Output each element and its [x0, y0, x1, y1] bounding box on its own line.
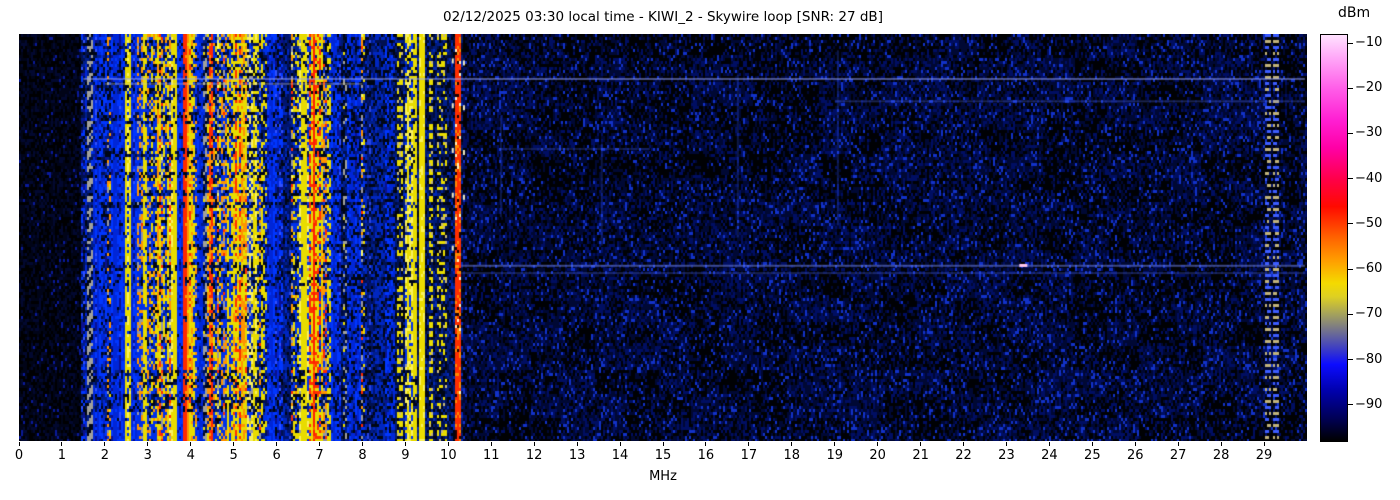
colorbar-tick: [1348, 42, 1353, 44]
x-axis-tick-label: 21: [912, 448, 929, 463]
x-axis-tick: [662, 442, 664, 446]
x-axis-tick-label: 19: [826, 448, 843, 463]
colorbar-tick-label: −90: [1355, 396, 1383, 412]
colorbar-tick: [1348, 132, 1353, 134]
colorbar-tick: [1348, 313, 1353, 315]
x-axis-tick-label: 10: [440, 448, 457, 463]
colorbar-tick-label: −20: [1355, 80, 1383, 96]
colorbar-tick: [1348, 178, 1353, 180]
x-axis-tick-label: 13: [568, 448, 586, 463]
colorbar-tick-label: −60: [1355, 261, 1383, 277]
x-axis-tick: [920, 442, 922, 446]
x-axis-tick-label: 7: [315, 448, 324, 463]
x-axis-tick-label: 24: [1041, 448, 1058, 463]
x-axis-tick: [233, 442, 235, 446]
x-axis-tick-label: 20: [869, 448, 886, 463]
x-axis-tick-label: 18: [783, 448, 801, 463]
x-axis-tick-label: 17: [740, 448, 758, 463]
x-axis-tick-label: 28: [1212, 448, 1230, 463]
x-axis-tick: [447, 442, 449, 446]
spectrogram-canvas: [19, 34, 1307, 441]
spectrogram-figure: 02/12/2025 03:30 local time - KIWI_2 - S…: [0, 0, 1400, 500]
colorbar-gradient: [1320, 34, 1348, 442]
colorbar-tick: [1348, 223, 1353, 225]
x-axis-tick: [147, 442, 149, 446]
x-axis-tick: [104, 442, 106, 446]
x-axis-tick: [1091, 442, 1093, 446]
x-axis-tick: [1220, 442, 1222, 446]
chart-title: 02/12/2025 03:30 local time - KIWI_2 - S…: [443, 9, 883, 25]
x-axis-tick-label: 25: [1084, 448, 1101, 463]
x-axis-tick-label: 6: [272, 448, 281, 463]
colorbar-tick-label: −10: [1355, 35, 1383, 51]
x-axis-tick-label: 3: [143, 448, 152, 463]
x-axis-tick-label: 29: [1255, 448, 1273, 463]
x-axis-tick: [748, 442, 750, 446]
x-axis-tick-label: 1: [57, 448, 67, 463]
colorbar-tick: [1348, 359, 1353, 361]
x-axis-tick: [1134, 442, 1136, 446]
x-axis-tick: [1263, 442, 1265, 446]
x-axis-tick: [1048, 442, 1050, 446]
x-axis-tick: [319, 442, 321, 446]
x-axis-tick: [533, 442, 535, 446]
x-axis-tick-label: 8: [358, 448, 367, 463]
x-axis-tick: [791, 442, 793, 446]
x-axis-tick: [61, 442, 63, 446]
x-axis-tick-label: 12: [525, 448, 543, 463]
x-axis-tick-label: 23: [998, 448, 1015, 463]
colorbar-tick-label: −40: [1355, 170, 1383, 186]
x-axis-tick: [404, 442, 406, 446]
x-axis-tick: [190, 442, 192, 446]
x-axis-tick-label: 2: [100, 448, 109, 463]
x-axis-tick: [490, 442, 492, 446]
x-axis-tick-label: 11: [482, 448, 500, 463]
x-axis-tick: [18, 442, 20, 446]
x-axis-tick: [877, 442, 879, 446]
x-axis-tick-label: 26: [1126, 448, 1144, 463]
x-axis-tick: [963, 442, 965, 446]
x-axis-tick: [1005, 442, 1007, 446]
x-axis-tick: [705, 442, 707, 446]
x-axis-tick: [834, 442, 836, 446]
colorbar-tick: [1348, 404, 1353, 406]
colorbar-unit-label: dBm: [1338, 5, 1371, 21]
x-axis-tick-label: 0: [14, 448, 24, 463]
colorbar-tick-label: −80: [1355, 351, 1383, 367]
x-axis-tick: [576, 442, 578, 446]
colorbar-tick-label: −30: [1355, 125, 1383, 141]
x-axis-tick-label: 14: [611, 448, 629, 463]
x-axis-tick-label: 22: [955, 448, 972, 463]
x-axis-tick: [619, 442, 621, 446]
x-axis-tick-label: 15: [654, 448, 672, 463]
x-axis-tick-label: 16: [697, 448, 715, 463]
x-axis-tick-label: 4: [186, 448, 195, 463]
x-axis-tick: [276, 442, 278, 446]
colorbar-tick: [1348, 268, 1353, 270]
colorbar-tick-label: −50: [1355, 215, 1383, 231]
x-axis-label: MHz: [649, 469, 677, 484]
x-axis-tick: [1177, 442, 1179, 446]
colorbar-tick-label: −70: [1355, 306, 1383, 322]
x-axis-tick-label: 5: [229, 448, 238, 463]
x-axis-tick: [361, 442, 363, 446]
x-axis-tick-label: 27: [1169, 448, 1187, 463]
x-axis-tick-label: 9: [401, 448, 410, 463]
colorbar-tick: [1348, 87, 1353, 89]
